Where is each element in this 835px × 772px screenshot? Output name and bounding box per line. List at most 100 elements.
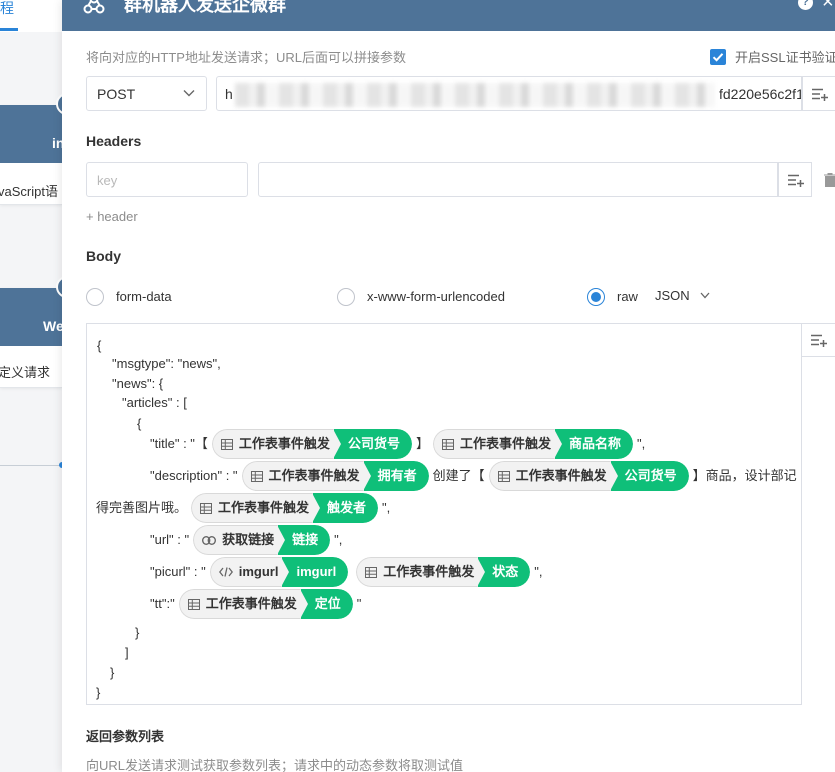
chip-source-label: 工作表事件触发 [238,436,330,451]
code-text: 得完善图片哦。 [96,500,188,515]
field-chip[interactable]: 工作表事件触发 拥有者 [241,461,429,491]
chevron-down-icon[interactable] [700,292,710,299]
radio-urlencoded[interactable] [337,288,355,306]
node-subtitle: vaScript语 [0,184,58,199]
insert-field-icon [788,174,804,187]
field-chip[interactable]: imgurl imgurl [209,557,349,587]
code-line-picurl: "picurl" : " imgurl imgurl 工作表事件触发 状态 ", [150,557,542,587]
code-line: } [96,678,100,708]
code-line: "articles" : [ [122,388,187,418]
radio-label-raw[interactable]: raw [617,289,638,304]
code-text: "url" : " [150,532,190,547]
code-line-description-wrap: 得完善图片哦。 工作表事件触发 触发者 ", [96,493,390,523]
field-chip[interactable]: 工作表事件触发 公司货号 [488,461,689,491]
table-icon [365,566,378,578]
table-icon [497,470,510,482]
bg-tab[interactable]: 程 [0,0,62,32]
chip-source-label: 工作表事件触发 [205,596,297,611]
chip-source: 工作表事件触发 [432,429,555,459]
code-text: ", [382,500,391,515]
code-text: 】 [415,436,429,451]
code-text: { [97,338,102,353]
field-chip[interactable]: 工作表事件触发 商品名称 [432,429,633,459]
return-params-title: 返回参数列表 [86,729,165,744]
body-insert-field-button[interactable] [802,323,835,357]
json-body-editor[interactable]: { "msgtype": "news", "news": { "articles… [86,323,802,705]
radio-raw[interactable] [587,288,605,306]
url-input[interactable]: h fd220e56c2f1 [216,76,802,111]
chip-field: 链接 [277,525,331,555]
insert-field-icon [811,334,827,347]
request-hint: 将向对应的HTTP地址发送请求；URL后面可以拼接参数 [86,50,406,65]
chip-source-label: imgurl [238,564,279,579]
url-text-end: fd220e56c2f1 [719,86,802,102]
header-insert-field-button[interactable] [778,162,812,197]
help-icon[interactable]: ? [798,0,813,10]
code-line: ] [125,638,129,668]
background-app: 程 in vaScript语 We 定义请求 [0,0,62,772]
code-text: "title" : "【 [150,436,208,451]
webhook-config-panel: 群机器人发送企微群 ? × 将向对应的HTTP地址发送请求；URL后面可以拼接参… [62,0,835,772]
chip-field: 拥有者 [362,461,429,491]
code-text: 创建了【 [432,468,485,483]
url-text-start: h [225,86,233,102]
chip-field: imgurl [281,557,349,587]
field-chip[interactable]: 工作表事件触发 公司货号 [211,429,412,459]
code-text: "description" : " [150,468,238,483]
radio-label-urlencoded[interactable]: x-www-form-urlencoded [367,289,505,304]
node-title: We [43,318,62,334]
chip-field: 商品名称 [553,429,633,459]
trash-icon[interactable] [824,173,835,187]
table-icon [441,438,454,450]
method-select[interactable]: POST [86,76,207,111]
field-chip[interactable]: 获取链接 链接 [193,525,331,555]
insert-field-button[interactable] [802,76,835,111]
connector-line [0,465,62,466]
code-text: { [137,416,142,431]
chip-source: 工作表事件触发 [191,493,314,523]
table-icon [220,438,233,450]
chip-source: 工作表事件触发 [211,429,334,459]
field-chip[interactable]: 工作表事件触发 定位 [178,589,353,619]
headers-title: Headers [86,133,142,149]
workflow-node-webhook[interactable]: We 定义请求 [0,276,62,388]
ssl-label[interactable]: 开启SSL证书验证 [735,47,835,66]
workflow-node-javascript[interactable]: in vaScript语 [0,93,62,205]
code-line: } [135,618,139,648]
code-line: { [97,331,101,361]
chip-field: 触发者 [312,493,379,523]
chip-source: 工作表事件触发 [488,461,611,491]
header-key-input[interactable]: key [86,162,248,197]
panel-title: 群机器人发送企微群 [124,0,286,15]
code-text: "tt":" [150,596,175,611]
add-header-button[interactable]: + header [86,209,138,224]
chip-field: 状态 [477,557,531,587]
code-text: " [356,596,362,611]
code-line: { [137,409,141,439]
field-chip[interactable]: 工作表事件触发 触发者 [191,493,379,523]
code-text: "articles" : [ [122,395,187,410]
ssl-checkbox[interactable] [710,49,726,65]
chip-source: 工作表事件触发 [178,589,301,619]
radio-form-data[interactable] [86,288,104,306]
chip-source: imgurl [209,557,283,587]
radio-label-form-data[interactable]: form-data [116,289,172,304]
header-value-input[interactable] [258,162,778,197]
raw-format-select[interactable]: JSON [655,288,690,303]
url-redacted [235,83,715,107]
code-line-title: "title" : "【 工作表事件触发 公司货号 】 工作表事件触发 商品名称… [150,429,645,459]
table-icon [250,470,263,482]
chip-source-label: 工作表事件触发 [268,468,360,483]
code-line-url: "url" : " 获取链接 链接 ", [150,525,342,555]
chip-field: 公司货号 [609,461,689,491]
panel-header: 群机器人发送企微群 ? × [62,0,835,31]
field-chip[interactable]: 工作表事件触发 状态 [356,557,531,587]
chip-field: 定位 [299,589,353,619]
chip-source: 工作表事件触发 [356,557,479,587]
chip-source-label: 获取链接 [222,532,275,547]
bg-tab-underline [0,28,18,31]
code-text: } [135,625,140,640]
chip-field: 公司货号 [332,429,412,459]
check-icon [712,53,724,62]
close-icon[interactable]: × [822,0,834,12]
